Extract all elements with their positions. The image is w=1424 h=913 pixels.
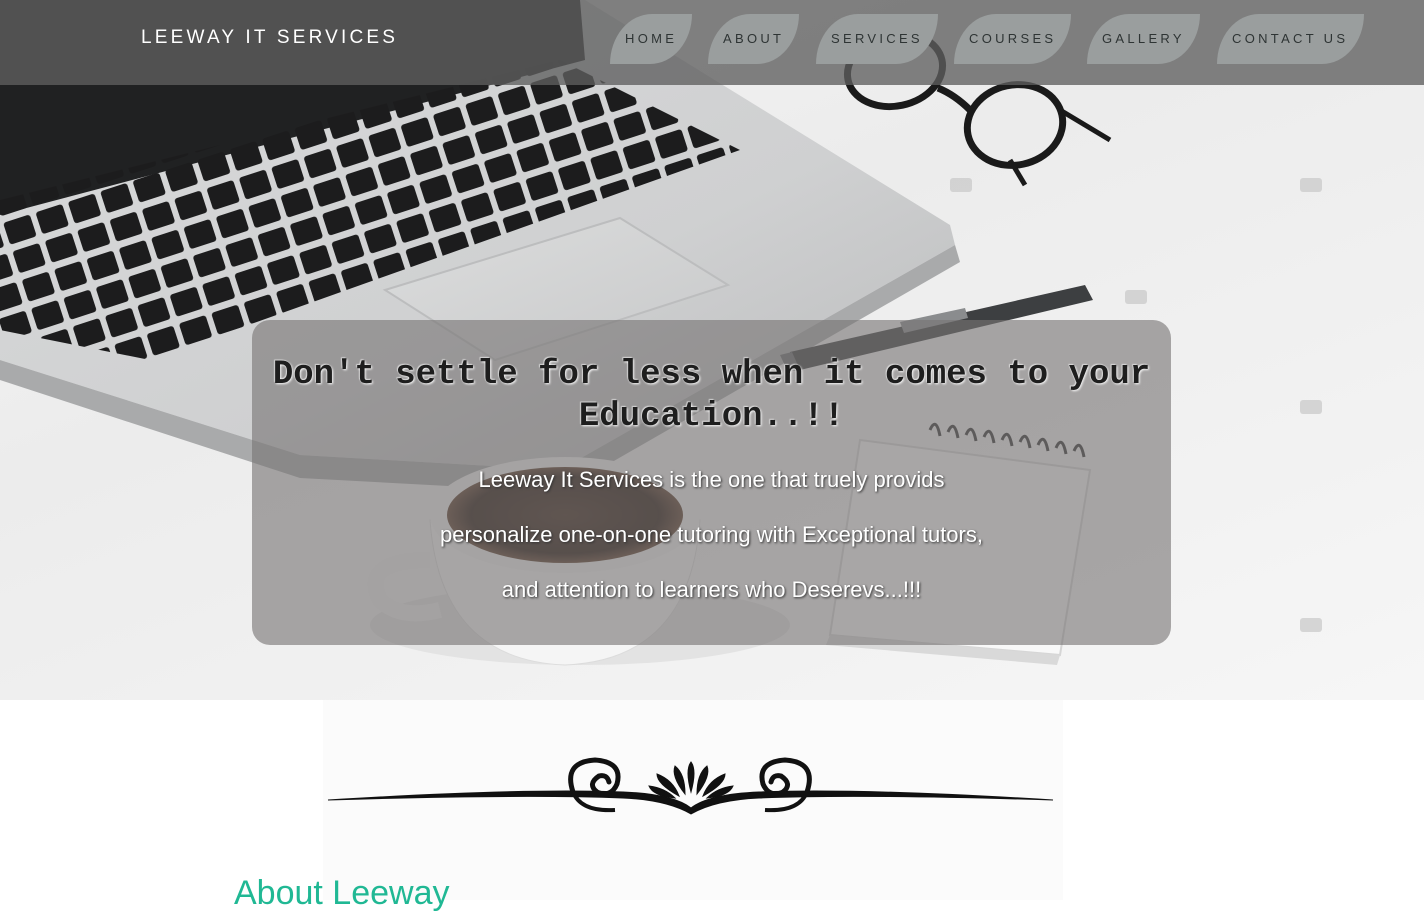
hero-card: Don't settle for less when it comes to y… — [252, 320, 1171, 645]
nav-home-link[interactable]: HOME — [610, 14, 692, 64]
nav-services-link[interactable]: SERVICES — [816, 14, 938, 64]
about-title: About Leeway — [234, 874, 450, 912]
nav-courses-link[interactable]: COURSES — [954, 14, 1071, 64]
hero-line-2: personalize one-on-one tutoring with Exc… — [440, 522, 983, 547]
hero-heading: Don't settle for less when it comes to y… — [272, 356, 1151, 436]
navbar: LEEWAY IT SERVICES HOME ABOUT SERVICES C… — [0, 0, 1424, 85]
hero-line-1: Leeway It Services is the one that truel… — [478, 467, 945, 492]
divider-section — [323, 700, 1063, 900]
hero-line-3: and attention to learners who Deserevs..… — [501, 577, 922, 602]
site-brand[interactable]: LEEWAY IT SERVICES — [141, 27, 398, 49]
nav-about-link[interactable]: ABOUT — [708, 14, 799, 64]
hero-section: LEEWAY IT SERVICES HOME ABOUT SERVICES C… — [0, 0, 1424, 700]
hero-description: Leeway It Services is the one that truel… — [252, 452, 1171, 617]
nav-gallery-link[interactable]: GALLERY — [1087, 14, 1200, 64]
ornamental-divider-icon — [327, 757, 1054, 815]
nav-contact-link[interactable]: CONTACT US — [1217, 14, 1364, 64]
